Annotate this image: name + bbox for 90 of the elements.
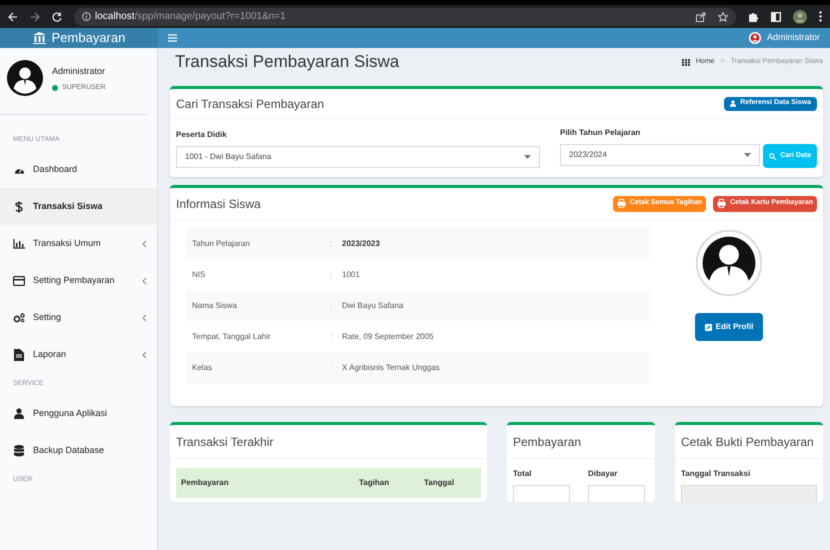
field-label: Total [513,468,533,480]
forward-arrow-icon[interactable] [30,12,40,22]
field-label: Nama Siswa [192,300,238,312]
sidebar-item[interactable]: Pengguna Aplikasi [0,395,157,432]
input-field[interactable] [513,485,570,502]
database-icon [14,444,24,456]
page-title: Transaksi Pembayaran Siswa [175,51,400,74]
star-icon[interactable] [718,12,728,22]
field-label: Pilih Tahun Pelajaran [560,127,642,139]
printer-icon [717,199,726,208]
sidebar-item-label: Pengguna Aplikasi [33,406,108,420]
field-label: NIS [192,268,206,280]
field-value: 2023/2023 [342,238,380,250]
menu-icon[interactable] [168,34,177,42]
chevron-left-icon [142,350,147,358]
chevron-left-icon [142,276,147,284]
sidebar-item[interactable]: Setting [0,299,157,336]
field-label: Dibayar [588,468,618,480]
brand-name[interactable]: Pembayaran [52,28,126,48]
colon-separator: : [330,268,334,280]
colon-separator: : [330,238,334,250]
sidebar-item[interactable]: Setting Pembayaran [0,262,157,299]
sidebar-icon[interactable] [771,12,781,22]
select-field[interactable]: 1001 - Dwi Bayu Safana [176,146,540,168]
sidebar-item-label: Transaksi Siswa [33,200,104,213]
back-arrow-icon[interactable] [8,12,18,22]
grid-icon [682,58,690,66]
field-label: Tanggal Transaksi [681,468,752,480]
dollar-icon [15,200,23,212]
chevron-left-icon [142,314,147,322]
credit-card-icon [13,276,25,286]
share-icon[interactable] [696,12,706,22]
sidebar-user-name: Administrator [52,65,106,78]
file-icon [14,348,24,360]
reload-icon[interactable] [52,12,62,22]
sidebar-item-label: Laporan [33,348,68,361]
sidebar-item-label: Transaksi Umum [33,236,102,250]
sidebar-item-label: Backup Database [33,444,106,457]
user-name[interactable]: Administrator [766,31,820,45]
dropdown-caret-icon [524,155,531,159]
card-title: Cari Transaksi Pembayaran [176,96,326,112]
bar-chart-icon [13,238,25,248]
edit-icon [704,324,712,330]
sidebar-item[interactable]: Transaksi Siswa [0,188,157,225]
sidebar-item-label: Setting Pembayaran [33,274,116,287]
colon-separator: : [330,362,334,374]
more-icon[interactable] [819,11,822,22]
date-field[interactable] [681,485,817,502]
field-label: Peserta Didik [176,129,228,141]
search-icon [769,152,776,160]
column-header: Pembayaran [181,477,230,489]
dropdown-caret-icon [744,153,752,157]
sidebar-item-label: Setting [33,310,62,324]
field-label: Tahun Pelajaran [192,238,251,250]
user-avatar-icon[interactable] [748,32,761,44]
address-bar[interactable]: localhost/spp/manage/payout?r=1001&n=1 [74,8,736,26]
card-title: Transaksi Terakhir [176,434,274,450]
profile-avatar-icon[interactable] [793,10,807,24]
puzzle-icon[interactable] [748,11,759,22]
field-value: X Agribisnis Ternak Unggas [342,362,440,374]
column-header: Tanggal [424,477,454,489]
field-label: Kelas [192,362,214,374]
sidebar-item-label: Dashboard [33,162,78,176]
field-value: Rate, 09 September 2005 [342,330,434,342]
cogs-icon [13,312,25,322]
user-icon [14,408,24,419]
sidebar-item[interactable]: Laporan [0,336,157,373]
field-value: 1001 [342,268,360,280]
user-icon [730,100,736,107]
sidebar-item[interactable]: Dashboard [0,151,157,188]
colon-separator: : [330,330,334,342]
field-value: Dwi Bayu Safana [342,300,404,312]
card-title: Informasi Siswa [176,196,262,212]
column-header: Tagihan [359,477,390,489]
url-text: localhost/spp/manage/payout?r=1001&n=1 [95,12,286,22]
user-avatar [6,59,44,97]
colon-separator: : [330,300,334,312]
sidebar-item[interactable]: Transaksi Umum [0,225,157,262]
chevron-left-icon [142,240,147,248]
edit-profile-button[interactable]: Edit Profil [694,313,764,341]
info-icon[interactable] [82,12,91,21]
select-field[interactable]: 2023/2024 [560,144,760,166]
bank-icon [32,32,46,44]
sidebar-item[interactable]: Backup Database [0,432,157,469]
field-label: Tempat, Tanggal Lahir [192,330,272,342]
card-title: Pembayaran [513,434,582,450]
printer-icon [616,199,626,208]
input-field[interactable] [588,485,645,502]
student-photo [696,230,762,296]
card-title: Cetak Bukti Pembayaran [681,434,814,450]
